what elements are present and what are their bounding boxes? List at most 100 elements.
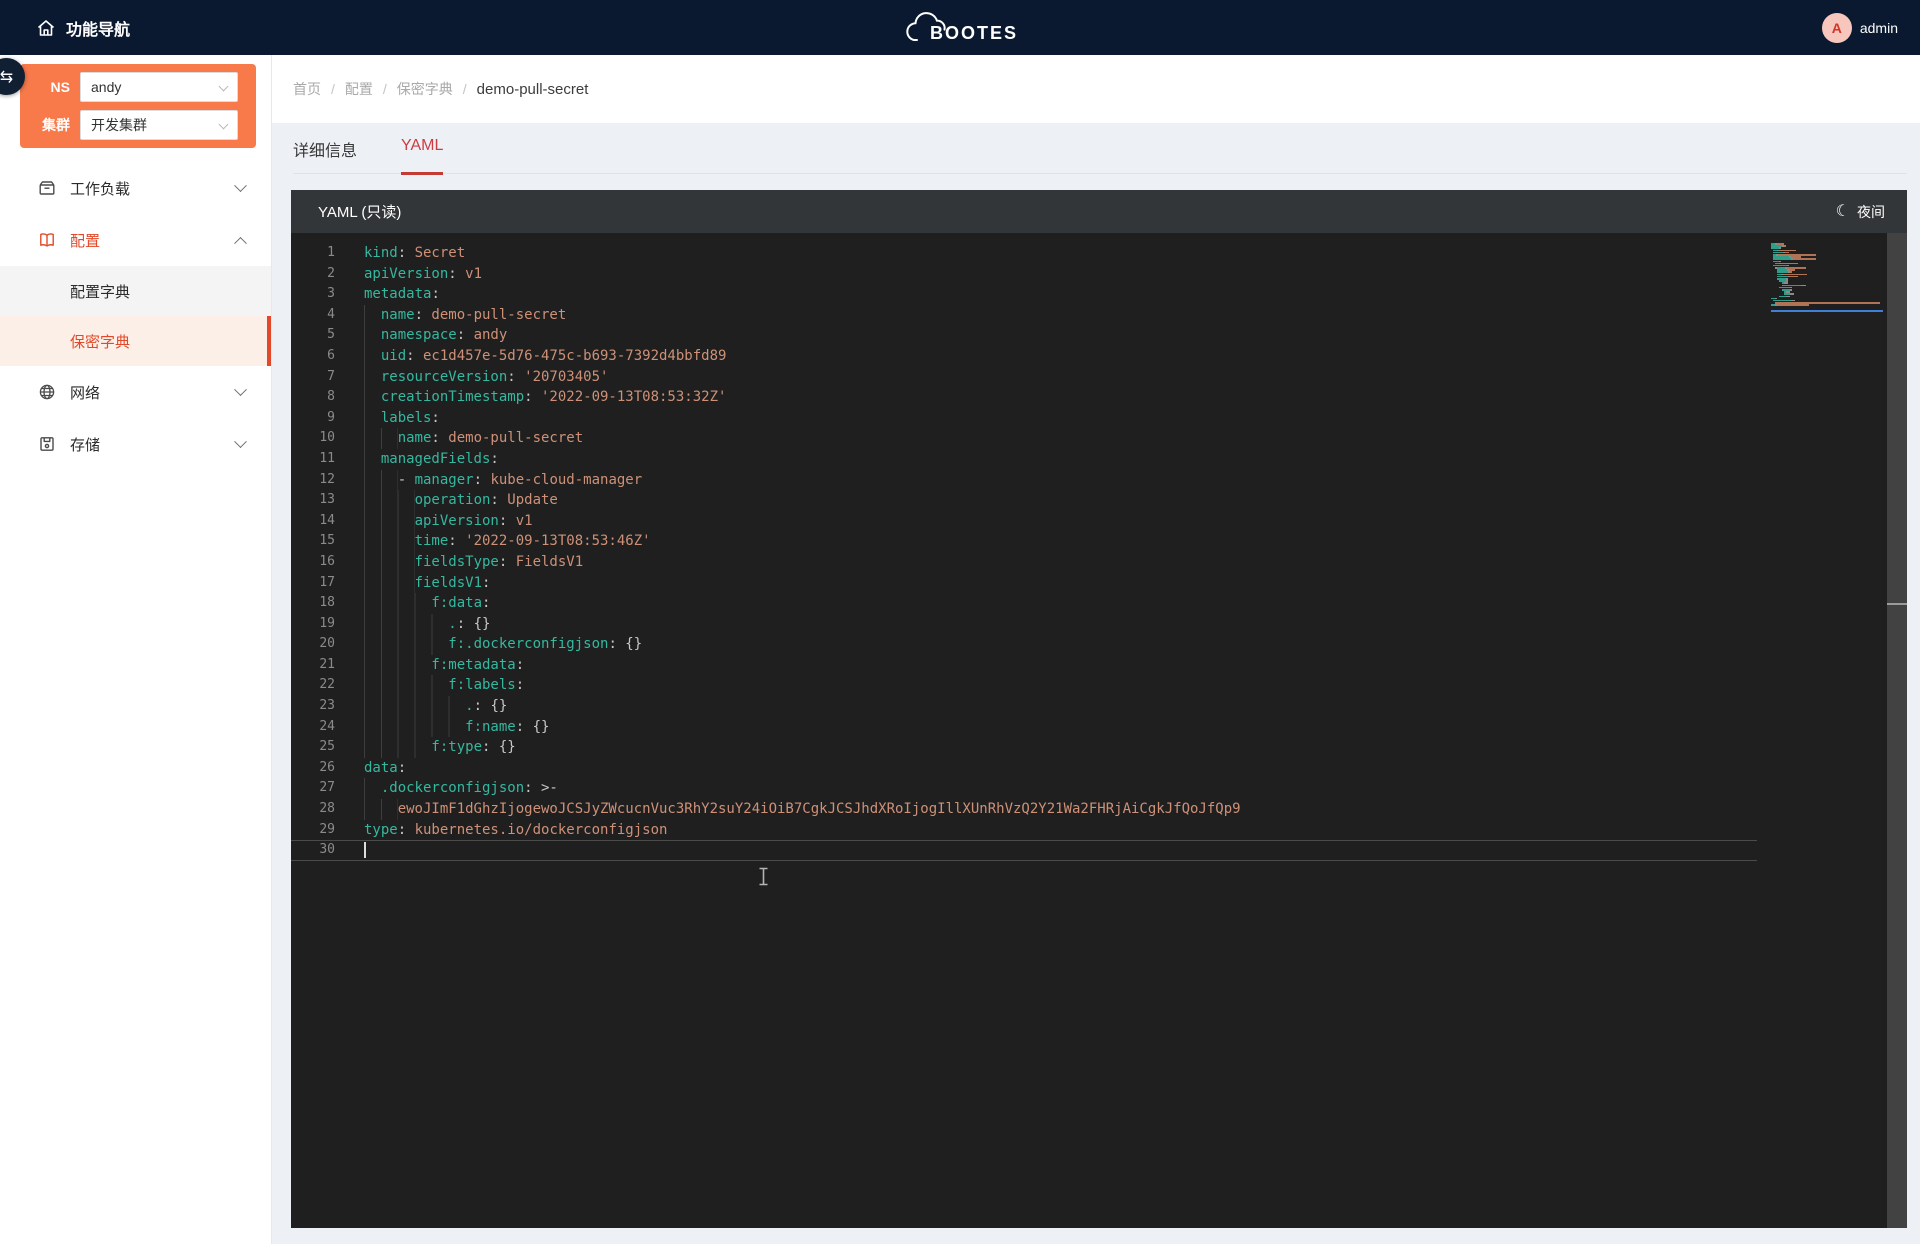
line-number: 24 [291, 717, 335, 738]
line-number: 16 [291, 552, 335, 573]
line-text: namespace: andy [364, 325, 1757, 346]
avatar: A [1822, 13, 1852, 43]
code-line: 25f:type: {} [291, 737, 1757, 758]
editor-header: YAML (只读) ☾ 夜间 [291, 190, 1907, 233]
line-number: 27 [291, 778, 335, 799]
line-number: 1 [291, 243, 335, 264]
main-content: 详细信息 YAML YAML (只读) ☾ 夜间 1 kind: Secret 2 a… [272, 123, 1920, 1244]
line-text: operation: Update [364, 490, 1757, 511]
line-number: 14 [291, 511, 335, 532]
moon-icon: ☾ [1836, 204, 1850, 220]
line-number: 9 [291, 408, 335, 429]
code-line: 22f:labels: [291, 675, 1757, 696]
code-line: 27.dockerconfigjson: >- [291, 778, 1757, 799]
chevron-down-icon [234, 179, 247, 192]
collapse-icon: ⇆ [0, 67, 13, 87]
code-line: 19 .: {} [291, 614, 1757, 635]
code-line: 8creationTimestamp: '2022-09-13T08:53:32… [291, 387, 1757, 408]
line-number: 19 [291, 614, 335, 635]
sidebar-menu: 工作负载 配置 配置字典 保密字典 网络 存储 [0, 162, 271, 470]
line-text: apiVersion: v1 [364, 511, 1757, 532]
breadcrumb: 首页 / 配置 / 保密字典 / demo-pull-secret [272, 55, 1920, 123]
home-icon [36, 18, 56, 38]
breadcrumb-secret-dict[interactable]: 保密字典 [397, 79, 453, 99]
chevron-up-icon [234, 236, 247, 249]
line-text: f:type: {} [364, 737, 1757, 758]
line-text: f:metadata: [364, 655, 1757, 676]
code-line: 18f:data: [291, 593, 1757, 614]
sidebar-subitem-secret[interactable]: 保密字典 [0, 316, 271, 366]
sidebar-item-workloads[interactable]: 工作负载 [0, 162, 271, 214]
code-line: 16fieldsType: FieldsV1 [291, 552, 1757, 573]
line-text: apiVersion: v1 [364, 264, 1757, 285]
breadcrumb-home[interactable]: 首页 [293, 79, 321, 99]
storage-icon [38, 435, 56, 453]
network-icon [38, 383, 56, 401]
code-area[interactable]: 1kind: Secret2apiVersion: v13metadata:4n… [291, 233, 1907, 1228]
code-line: 13operation: Update [291, 490, 1757, 511]
line-text: labels: [364, 408, 1757, 429]
tab-details[interactable]: 详细信息 [293, 137, 357, 175]
line-text: .: {} [364, 614, 1757, 635]
line-number: 20 [291, 634, 335, 655]
sidebar-item-config[interactable]: 配置 [0, 214, 271, 266]
line-number: 12 [291, 470, 335, 491]
code-line: 15 time: '2022-09-13T08:53:46Z' [291, 531, 1757, 552]
sidebar-item-network[interactable]: 网络 [0, 366, 271, 418]
sidebar-subitem-label: 保密字典 [70, 331, 130, 352]
line-number: 26 [291, 758, 335, 779]
code-line: 24f:name: {} [291, 717, 1757, 738]
line-text: fieldsV1: [364, 573, 1757, 594]
night-mode-label: 夜间 [1857, 202, 1885, 222]
line-text: name: demo-pull-secret [364, 305, 1757, 326]
brand-logo: BOOTES [902, 11, 1018, 45]
line-text: kind: Secret [364, 243, 1757, 264]
line-text: data: [364, 758, 1757, 779]
code-line: 10name: demo-pull-secret [291, 428, 1757, 449]
line-text: - manager: kube-cloud-manager [364, 470, 1757, 491]
code-line: 29type: kubernetes.io/dockerconfigjson [291, 820, 1757, 841]
line-text: creationTimestamp: '2022-09-13T08:53:32Z… [364, 387, 1757, 408]
namespace-select-value: andy [91, 79, 121, 95]
username: admin [1860, 20, 1898, 36]
breadcrumb-config[interactable]: 配置 [345, 79, 373, 99]
tab-bar: 详细信息 YAML [293, 123, 1907, 174]
line-number: 5 [291, 325, 335, 346]
line-text: .: {} [364, 696, 1757, 717]
cluster-select[interactable]: 开发集群 [80, 110, 238, 140]
line-text: ewoJImF1dGhzIjogewoJCSJyZWcucnVuc3RhY2su… [364, 799, 1757, 820]
line-number: 15 [291, 531, 335, 552]
nav-home-button[interactable]: 功能导航 [36, 0, 130, 55]
yaml-editor-panel: YAML (只读) ☾ 夜间 1 kind: Secret 2 apiVersion:… [291, 190, 1907, 1228]
code-line: 12 - manager: kube-cloud-manager [291, 470, 1757, 491]
code-line: 5 namespace: andy [291, 325, 1757, 346]
scrollbar-thumb-mark [1887, 603, 1907, 605]
text-caret [364, 842, 366, 858]
ns-label: NS [20, 79, 80, 95]
line-number: 30 [291, 840, 335, 861]
sidebar-item-storage[interactable]: 存储 [0, 418, 271, 470]
night-mode-toggle[interactable]: ☾ 夜间 [1836, 202, 1885, 222]
code-line: 28ewoJImF1dGhzIjogewoJCSJyZWcucnVuc3RhY2… [291, 799, 1757, 820]
line-number: 2 [291, 264, 335, 285]
line-text [364, 840, 1757, 861]
editor-title: YAML (只读) [318, 201, 401, 222]
sidebar-subitem-label: 配置字典 [70, 281, 130, 302]
minimap[interactable] [1771, 243, 1883, 312]
code-line: 9 labels: [291, 408, 1757, 429]
line-text: metadata: [364, 284, 1757, 305]
scrollbar[interactable] [1887, 233, 1907, 1228]
tab-yaml[interactable]: YAML [401, 137, 443, 175]
code-line: 14 apiVersion: v1 [291, 511, 1757, 532]
sidebar-subitem-configmap[interactable]: 配置字典 [0, 266, 271, 316]
code-line: 21f:metadata: [291, 655, 1757, 676]
topbar: 功能导航 BOOTES A admin [0, 0, 1920, 55]
code-line: 17fieldsV1: [291, 573, 1757, 594]
line-number: 23 [291, 696, 335, 717]
line-number: 18 [291, 593, 335, 614]
sidebar-item-label: 配置 [70, 230, 100, 251]
sidebar: ⇆ NS andy 集群 开发集群 工作负载 配置 [0, 55, 272, 1244]
user-menu[interactable]: A admin [1822, 0, 1898, 55]
namespace-select[interactable]: andy [80, 72, 238, 102]
line-text: time: '2022-09-13T08:53:46Z' [364, 531, 1757, 552]
